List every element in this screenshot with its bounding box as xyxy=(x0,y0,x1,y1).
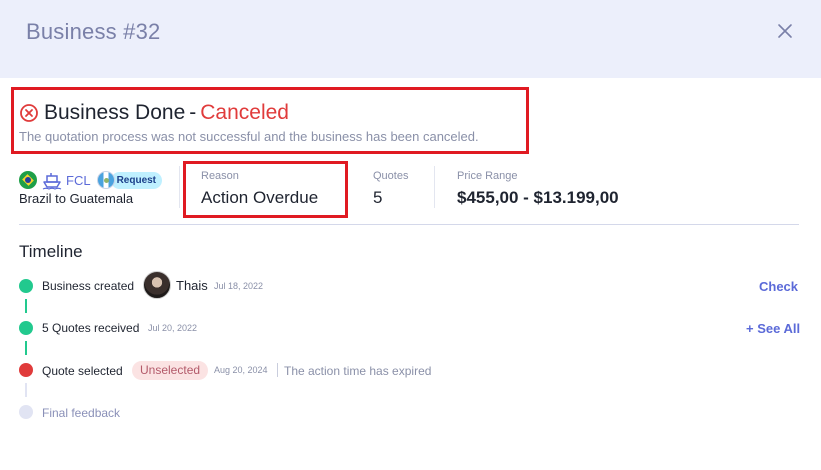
timeline-connector xyxy=(25,299,27,313)
status-state: Canceled xyxy=(200,101,289,124)
request-badge: Request xyxy=(110,171,163,189)
shipment-mode: FCL xyxy=(66,172,91,188)
ship-icon xyxy=(42,173,62,190)
timeline-dot-pending xyxy=(19,405,33,419)
avatar xyxy=(143,271,171,299)
close-icon[interactable] xyxy=(776,22,794,40)
timeline-item-label: Quote selected xyxy=(42,364,123,378)
timeline-dot-done xyxy=(19,279,33,293)
status-title-text: Business Done xyxy=(44,101,186,124)
timeline-item-date: Jul 18, 2022 xyxy=(214,281,264,291)
timeline-item-label: 5 Quotes received xyxy=(42,321,140,335)
guatemala-flag-icon xyxy=(96,171,115,189)
see-all-link[interactable]: + See All xyxy=(746,321,800,336)
page-title: Business #32 xyxy=(26,19,161,44)
timeline-title: Timeline xyxy=(19,242,83,261)
route-label: Brazil to Guatemala xyxy=(19,191,134,206)
status-separator: - xyxy=(189,101,197,124)
timeline-connector xyxy=(25,383,27,397)
divider xyxy=(179,166,180,208)
timeline-item-label: Business created xyxy=(42,279,135,293)
divider xyxy=(277,363,278,377)
timeline-connector xyxy=(25,341,27,355)
reason-label: Reason xyxy=(201,170,239,182)
timeline-item-date: Aug 20, 2024 xyxy=(214,365,268,375)
price-range-label: Price Range xyxy=(457,170,518,182)
modal-header: Business #32 xyxy=(0,0,821,78)
timeline-item-label: Final feedback xyxy=(42,406,121,420)
quotes-value: 5 xyxy=(373,188,383,207)
divider xyxy=(434,166,435,208)
user-name: Thais xyxy=(176,278,208,293)
unselected-badge: Unselected xyxy=(132,361,209,380)
check-link[interactable]: Check xyxy=(759,279,798,294)
price-range-value: $455,00 - $13.199,00 xyxy=(457,188,619,207)
shipment-route: FCL Request xyxy=(19,170,163,190)
status-title: Business Done - Canceled xyxy=(44,101,289,125)
timeline-dot-failed xyxy=(19,363,33,377)
timeline-dot-done xyxy=(19,321,33,335)
brazil-flag-icon xyxy=(19,171,37,189)
section-divider xyxy=(19,224,799,225)
status-description: The quotation process was not successful… xyxy=(19,129,479,144)
quotes-label: Quotes xyxy=(373,170,409,182)
cancel-circle-icon xyxy=(20,104,38,122)
reason-value: Action Overdue xyxy=(201,188,319,207)
timeline-item-date: Jul 20, 2022 xyxy=(148,323,198,333)
timeline-item-note: The action time has expired xyxy=(284,364,432,378)
